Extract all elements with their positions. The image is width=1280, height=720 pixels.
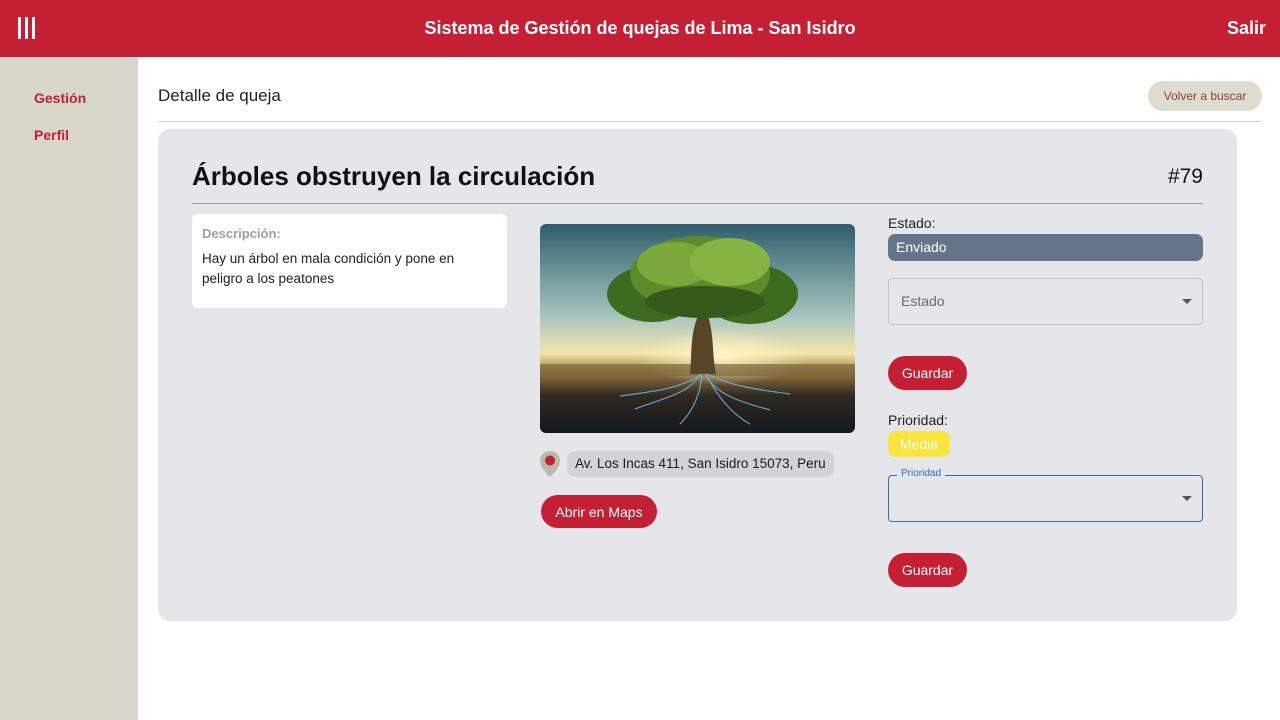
priority-select[interactable]: Prioridad xyxy=(888,468,1203,522)
address-chip: Av. Los Incas 411, San Isidro 15073, Per… xyxy=(567,451,834,477)
status-label: Estado: xyxy=(888,215,936,231)
priority-badge: Media xyxy=(888,431,950,457)
complaint-id: #79 xyxy=(1167,165,1203,188)
description-box: Descripción: Hay un árbol en mala condic… xyxy=(192,214,507,308)
sidebar-item-perfil[interactable]: Perfil xyxy=(34,127,69,143)
sidebar: Gestión Perfil xyxy=(0,57,138,720)
priority-select-label: Prioridad xyxy=(897,468,946,479)
complaint-title: Árboles obstruyen la circulación xyxy=(192,161,596,191)
description-label: Descripción: xyxy=(202,226,281,241)
sidebar-item-gestion[interactable]: Gestión xyxy=(34,90,86,106)
status-badge: Enviado xyxy=(888,234,1203,261)
open-in-maps-button[interactable]: Abrir en Maps xyxy=(541,495,657,528)
status-select[interactable]: Estado xyxy=(888,278,1203,325)
back-to-search-button[interactable]: Volver a buscar xyxy=(1148,81,1262,111)
page-title: Detalle de queja xyxy=(158,86,281,105)
save-priority-button[interactable]: Guardar xyxy=(888,553,967,587)
chevron-down-icon xyxy=(1182,496,1192,501)
description-text: Hay un árbol en mala condición y pone en… xyxy=(202,251,455,286)
save-status-button[interactable]: Guardar xyxy=(888,356,967,390)
chevron-down-icon xyxy=(1182,299,1192,304)
app-title: Sistema de Gestión de quejas de Lima - S… xyxy=(424,18,856,38)
status-select-placeholder: Estado xyxy=(901,293,945,309)
page-header: Detalle de queja Volver a buscar xyxy=(158,80,1262,122)
logout-link[interactable]: Salir xyxy=(1227,0,1266,57)
location-pin-icon xyxy=(539,450,561,478)
hamburger-menu-icon[interactable] xyxy=(18,17,36,39)
priority-label: Prioridad: xyxy=(888,412,948,428)
complaint-card: Árboles obstruyen la circulación #79 Des… xyxy=(158,129,1237,621)
divider xyxy=(192,203,1203,204)
complaint-photo xyxy=(540,224,855,433)
top-bar: Sistema de Gestión de quejas de Lima - S… xyxy=(0,0,1280,57)
